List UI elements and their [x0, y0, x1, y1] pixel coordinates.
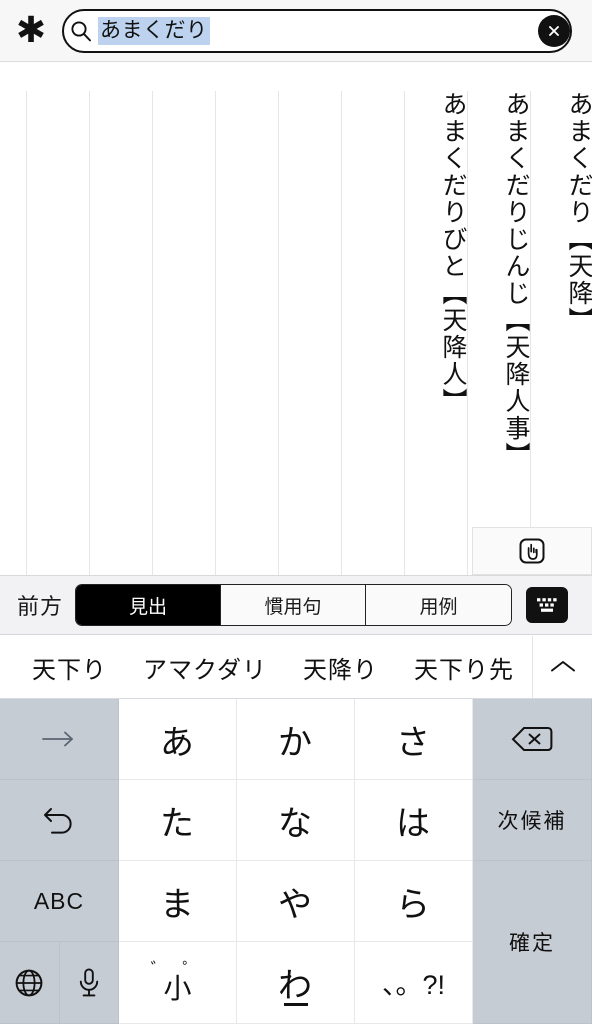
- asterisk-menu-button[interactable]: ✱: [0, 0, 62, 62]
- entry-column-list[interactable]: あまくだりびと【天降人】 あまくだりじんじ【天降人事】 あまくだり【天降】: [403, 91, 592, 469]
- column-rule: [152, 91, 153, 575]
- list-item[interactable]: あまくだりびと【天降人】: [403, 91, 467, 469]
- key-ka[interactable]: か: [237, 699, 355, 780]
- list-item[interactable]: あまくだり【天降】: [529, 91, 592, 469]
- key-wa-label: わ: [278, 967, 313, 1005]
- list-item[interactable]: あまくだりじんじ【天降人事】: [466, 91, 530, 469]
- small-kana-label: 小: [163, 972, 192, 1004]
- search-mode-label: 前方: [17, 594, 64, 619]
- key-confirm[interactable]: 確定: [473, 861, 592, 1024]
- column-rule: [26, 91, 27, 575]
- key-microphone[interactable]: [60, 942, 119, 1023]
- pointing-hand-icon: [519, 538, 545, 564]
- column-rule: [278, 91, 279, 575]
- prediction-candidates[interactable]: 天下り アマクダリ 天降り 天下り先: [0, 636, 532, 698]
- underscore-mark: [283, 1003, 308, 1006]
- key-ha[interactable]: は: [355, 780, 473, 861]
- search-icon: [64, 20, 98, 42]
- backspace-icon: [511, 727, 553, 751]
- search-bar[interactable]: あまくだり: [62, 8, 572, 53]
- keyboard-toggle-button[interactable]: [526, 587, 569, 623]
- kana-keyboard[interactable]: あ か さ た な は 次候補 ABC ま や ら 確定 ゛ ゜ 小 わ 、。?…: [0, 699, 592, 1024]
- key-undo[interactable]: [0, 780, 119, 861]
- dictionary-app-screen: ✱ あまくだり あまくだりびと【天降人】 あまくだりじんじ【天降人事】 あまくだ…: [0, 0, 592, 1024]
- key-na[interactable]: な: [237, 780, 355, 861]
- prediction-candidate[interactable]: 天降り: [285, 650, 396, 685]
- search-input-value[interactable]: あまくだり: [98, 16, 210, 45]
- scope-segmented-control[interactable]: 見出 慣用句 用例: [75, 584, 513, 626]
- clear-search-button[interactable]: [538, 14, 570, 47]
- key-sa[interactable]: さ: [355, 699, 473, 780]
- key-dakuten-small[interactable]: ゛ ゜ 小: [119, 942, 237, 1024]
- microphone-icon: [79, 967, 98, 996]
- column-rule: [89, 91, 90, 575]
- chevron-up-icon: [550, 661, 575, 672]
- key-ma[interactable]: ま: [119, 861, 237, 942]
- key-ta[interactable]: た: [119, 780, 237, 861]
- key-ya[interactable]: や: [237, 861, 355, 942]
- prediction-candidate[interactable]: 天下り: [14, 650, 125, 685]
- prediction-candidate[interactable]: アマクダリ: [125, 650, 285, 685]
- expand-candidates-button[interactable]: [532, 636, 592, 698]
- key-a[interactable]: あ: [119, 699, 237, 780]
- search-mode-toolbar: 前方 見出 慣用句 用例: [0, 575, 592, 635]
- keyboard-icon: [537, 598, 557, 612]
- prediction-candidate[interactable]: 天下り先: [396, 650, 532, 685]
- arrow-right-icon: [42, 731, 73, 747]
- key-cursor-right[interactable]: [0, 699, 119, 780]
- undo-icon: [44, 808, 72, 834]
- key-delete[interactable]: [473, 699, 592, 780]
- key-globe[interactable]: [0, 942, 60, 1023]
- column-rule: [341, 91, 342, 575]
- key-globe-mic-group[interactable]: [0, 942, 119, 1024]
- tab-idioms[interactable]: 慣用句: [221, 585, 367, 625]
- handwriting-input-button[interactable]: [472, 527, 592, 575]
- close-icon: [549, 25, 559, 36]
- asterisk-icon: ✱: [15, 9, 47, 51]
- key-ra[interactable]: ら: [355, 861, 473, 942]
- globe-icon: [15, 969, 43, 996]
- column-rule: [215, 91, 216, 575]
- key-next-candidate[interactable]: 次候補: [473, 780, 592, 861]
- search-field[interactable]: あまくだり: [62, 8, 572, 53]
- tab-examples[interactable]: 用例: [366, 585, 512, 625]
- prediction-bar: 天下り アマクダリ 天降り 天下り先: [0, 636, 592, 699]
- key-abc[interactable]: ABC: [0, 861, 119, 942]
- key-wa[interactable]: わ: [237, 942, 355, 1024]
- key-punctuation[interactable]: 、。?!: [355, 942, 473, 1024]
- tab-headwords[interactable]: 見出: [76, 585, 222, 625]
- app-header: ✱ あまくだり: [0, 0, 592, 62]
- search-results-panel[interactable]: あまくだりびと【天降人】 あまくだりじんじ【天降人事】 あまくだり【天降】: [0, 62, 592, 575]
